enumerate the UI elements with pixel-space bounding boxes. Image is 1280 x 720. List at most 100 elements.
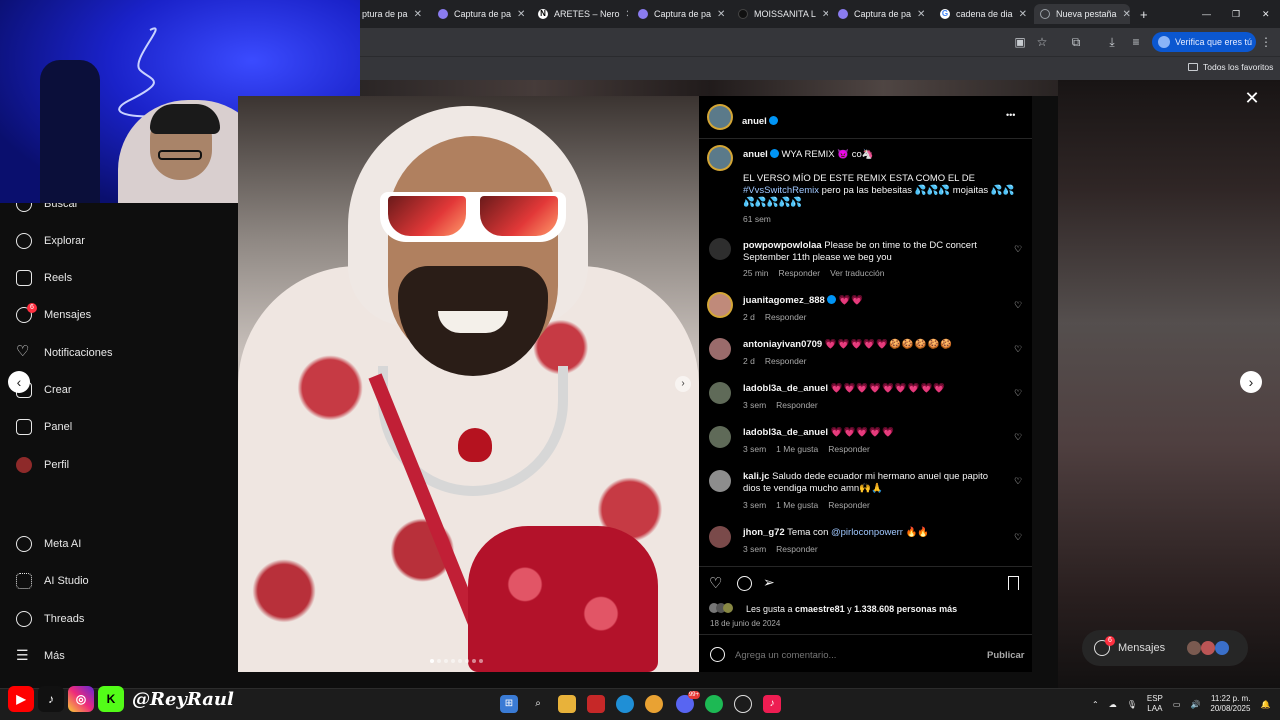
new-tab-button[interactable]: +	[1134, 4, 1154, 24]
close-icon[interactable]: ✕	[1242, 88, 1262, 108]
likes-summary[interactable]: Les gusta a cmaestre81 y 1.338.608 perso…	[746, 604, 957, 614]
author-avatar[interactable]	[709, 106, 731, 128]
sidebar-item-explorar[interactable]: Explorar	[16, 231, 85, 251]
like-icon[interactable]: ♡	[709, 574, 722, 592]
sidebar-item-mensajes[interactable]: 6 Mensajes	[16, 303, 91, 325]
reply-button[interactable]: Responder	[828, 500, 870, 510]
sidebar-item-threads[interactable]: Threads	[16, 609, 84, 629]
comment-input[interactable]	[735, 646, 975, 664]
tab-4[interactable]: MOISSANITA L ✕	[732, 4, 828, 24]
sidebar-item-reels[interactable]: Reels	[16, 268, 72, 288]
start-icon[interactable]: ⊞	[500, 695, 518, 713]
verify-profile-button[interactable]: Verifica que eres tú	[1152, 32, 1256, 52]
tab-1[interactable]: Captura de pa ✕	[432, 4, 528, 24]
search-icon[interactable]: ⌕	[529, 695, 547, 713]
spotify-icon[interactable]	[705, 695, 723, 713]
reply-button[interactable]: Responder	[776, 400, 818, 410]
sidebar-item-perfil[interactable]: Perfil	[16, 455, 69, 475]
like-comment-icon[interactable]: ♡	[1014, 300, 1022, 311]
like-comment-icon[interactable]: ♡	[1014, 344, 1022, 355]
minimize-button[interactable]: —	[1196, 4, 1212, 24]
file-explorer-icon[interactable]	[558, 695, 576, 713]
tab-close-icon[interactable]: ✕	[1019, 9, 1027, 20]
reply-button[interactable]: Responder	[765, 312, 807, 322]
maximize-button[interactable]: ❐	[1226, 4, 1242, 24]
discord-icon[interactable]: 99+	[676, 691, 700, 713]
volume-icon[interactable]: 🔊	[1190, 700, 1200, 709]
sidebar-item-meta-ai[interactable]: Meta AI	[16, 534, 81, 554]
microphone-icon[interactable]: 🎙	[1127, 700, 1137, 709]
messages-button[interactable]: 6 Mensajes	[1082, 630, 1248, 666]
cloud-icon[interactable]: ☁	[1109, 700, 1117, 709]
clock[interactable]: 11:22 p. m. 20/08/2025	[1210, 694, 1250, 714]
tiktok-live-icon[interactable]: ♪	[763, 695, 781, 713]
post-author[interactable]: anuel	[742, 111, 778, 129]
chevron-up-icon[interactable]: ⌃	[1092, 700, 1099, 709]
tab-2[interactable]: NARETES – Nero✕	[532, 4, 628, 24]
tab-6[interactable]: Gcadena de dia ✕	[934, 4, 1030, 24]
obs-icon[interactable]	[734, 695, 752, 713]
kebab-menu-icon[interactable]: ⋮	[1258, 34, 1274, 50]
like-comment-icon[interactable]: ♡	[1014, 388, 1022, 399]
photo-next-icon[interactable]: ›	[675, 376, 691, 392]
comment-avatar[interactable]	[709, 382, 731, 404]
hashtag-link[interactable]: #VvsSwitchRemix	[743, 185, 819, 196]
caption-username[interactable]: anuel	[743, 149, 768, 160]
reply-button[interactable]: Responder	[776, 544, 818, 554]
app-icon[interactable]	[587, 695, 605, 713]
mention-link[interactable]: @pirloconpowerr	[831, 527, 903, 538]
more-options-icon[interactable]: •••	[1006, 110, 1015, 120]
tab-0[interactable]: ptura de pa ✕	[356, 4, 428, 24]
comment-avatar[interactable]	[709, 338, 731, 360]
comment-avatar[interactable]	[709, 470, 731, 492]
like-comment-icon[interactable]: ♡	[1014, 432, 1022, 443]
extensions-icon[interactable]: ⧉	[1068, 34, 1084, 50]
comment-avatar[interactable]	[709, 238, 731, 260]
tab-7[interactable]: Nueva pestaña ✕	[1034, 4, 1130, 24]
comment-avatar[interactable]	[709, 294, 731, 316]
tab-close-icon[interactable]: ✕	[1123, 9, 1130, 20]
like-comment-icon[interactable]: ♡	[1014, 476, 1022, 487]
sidebar-item-mas[interactable]: ☰ Más	[16, 646, 65, 666]
tab-close-icon[interactable]: ✕	[717, 9, 725, 20]
comment-avatar[interactable]	[709, 426, 731, 448]
comment-avatar[interactable]	[709, 526, 731, 548]
comment-likes[interactable]: 1 Me gusta	[776, 500, 818, 510]
tab-close-icon[interactable]: ✕	[626, 9, 628, 20]
edge-icon[interactable]	[616, 695, 634, 713]
emoji-icon[interactable]	[710, 647, 725, 662]
install-icon[interactable]: ▣	[1012, 34, 1028, 50]
next-post-button[interactable]: ›	[1240, 371, 1262, 393]
sidebar-item-ai-studio[interactable]: AI Studio	[16, 571, 89, 591]
tab-3[interactable]: Captura de pa ✕	[632, 4, 728, 24]
save-icon[interactable]	[1008, 576, 1019, 590]
tab-close-icon[interactable]: ✕	[414, 9, 422, 20]
publish-button[interactable]: Publicar	[987, 650, 1025, 661]
comment-likes[interactable]: 1 Me gusta	[776, 444, 818, 454]
tab-close-icon[interactable]: ✕	[517, 9, 525, 20]
share-icon[interactable]: ➢	[763, 574, 775, 591]
reply-button[interactable]: Responder	[828, 444, 870, 454]
tab-close-icon[interactable]: ✕	[822, 9, 828, 20]
download-icon[interactable]: ⤓	[1104, 34, 1120, 50]
sidebar-item-panel[interactable]: Panel	[16, 417, 72, 437]
chrome-icon[interactable]	[645, 695, 663, 713]
caption-avatar[interactable]	[709, 147, 731, 169]
comment-icon[interactable]	[737, 576, 752, 591]
post-photo[interactable]	[238, 96, 699, 672]
all-bookmarks-button[interactable]: Todos los favoritos	[1188, 62, 1273, 72]
reply-button[interactable]: Responder	[779, 268, 821, 278]
like-comment-icon[interactable]: ♡	[1014, 244, 1022, 255]
network-icon[interactable]: ▭	[1173, 700, 1181, 709]
media-icon[interactable]: ≡	[1128, 34, 1144, 50]
notifications-icon[interactable]: 🔔	[1260, 700, 1270, 709]
tab-close-icon[interactable]: ✕	[917, 9, 925, 20]
sidebar-item-notificaciones[interactable]: ♡ Notificaciones	[16, 343, 112, 363]
reply-button[interactable]: Responder	[765, 356, 807, 366]
previous-post-button[interactable]: ‹	[8, 371, 30, 393]
language-indicator[interactable]: ESP LAA	[1147, 694, 1163, 714]
translate-button[interactable]: Ver traducción	[830, 268, 884, 278]
like-comment-icon[interactable]: ♡	[1014, 532, 1022, 543]
bookmark-star-icon[interactable]: ☆	[1034, 34, 1050, 50]
tab-5[interactable]: Captura de pa ✕	[832, 4, 928, 24]
